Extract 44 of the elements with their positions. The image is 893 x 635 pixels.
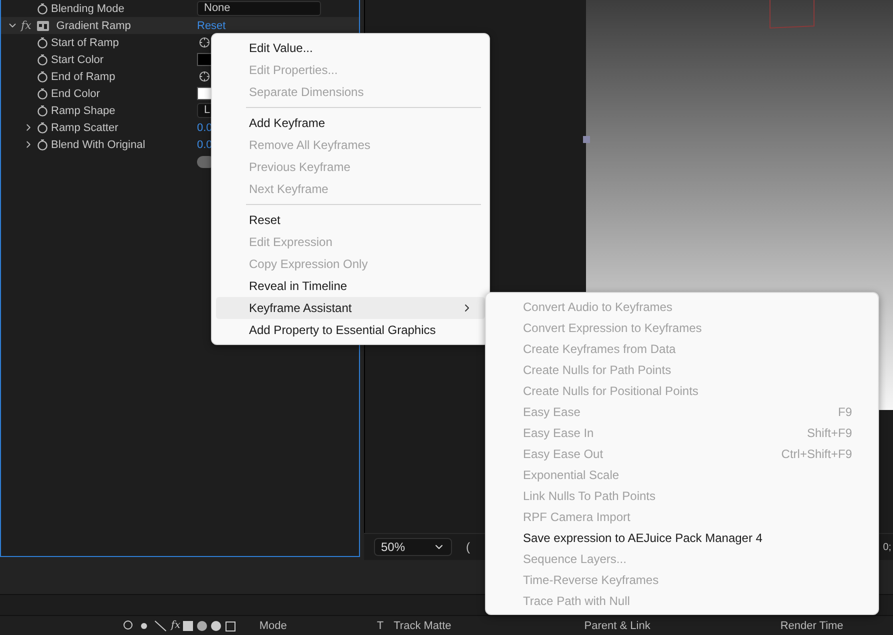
shortcut-text: Ctrl+Shift+F9 [781, 446, 852, 460]
menu-item[interactable]: Reveal in Timeline [216, 275, 485, 297]
shortcut-text: F9 [838, 404, 852, 418]
property-label: Blend With Original [51, 138, 146, 150]
column-header: Track Matte [394, 620, 452, 632]
menu-item[interactable]: Keyframe Assistant [216, 297, 485, 319]
property-label: End Color [51, 88, 100, 100]
stopwatch-icon[interactable] [37, 122, 48, 134]
fx-toggle[interactable]: fx [21, 19, 32, 32]
stopwatch-icon[interactable] [37, 70, 48, 82]
toolbar-text: ( [466, 540, 470, 554]
fx-label: fx [171, 620, 180, 631]
property-label: Blending Mode [51, 2, 124, 14]
property-label: Start Color [51, 54, 104, 66]
menu-item[interactable]: Add Property to Essential Graphics [216, 319, 485, 341]
stopwatch-icon[interactable] [37, 36, 48, 48]
dropdown[interactable]: None [197, 1, 321, 16]
menu-item[interactable]: Save expression to AEJuice Pack Manager 4 [490, 527, 874, 548]
column-header: Mode [259, 620, 287, 632]
effect-icon [37, 20, 50, 31]
menu-item[interactable]: Edit Value... [216, 37, 485, 59]
toolbar-text: 0; [883, 542, 892, 552]
column-header: T [376, 620, 384, 632]
switches-icons-drawing [122, 620, 168, 632]
stopwatch-icon[interactable] [37, 54, 48, 66]
property-label: End of Ramp [51, 70, 116, 82]
column-header: Parent & Link [584, 620, 650, 632]
stopwatch-icon[interactable] [37, 138, 48, 150]
stopwatch-icon[interactable] [37, 88, 48, 100]
zoom-dropdown[interactable]: 50% [374, 538, 452, 556]
effect-name: Gradient Ramp [56, 20, 131, 32]
property-label: Ramp Scatter [51, 122, 118, 134]
property-label: Ramp Shape [51, 104, 116, 116]
stopwatch-icon[interactable] [37, 104, 48, 116]
crosshair-icon[interactable] [197, 36, 211, 49]
stopwatch-icon[interactable] [37, 2, 48, 14]
shortcut-text: Shift+F9 [806, 426, 852, 440]
reset-link[interactable]: Reset [197, 20, 226, 32]
property-label: Start of Ramp [51, 36, 119, 48]
crosshair-icon[interactable] [197, 70, 211, 83]
column-header: Render Time [780, 620, 844, 632]
menu-item[interactable]: Reset [216, 209, 485, 231]
anchor-handle[interactable] [583, 136, 590, 143]
layer-outline [768, 0, 816, 30]
